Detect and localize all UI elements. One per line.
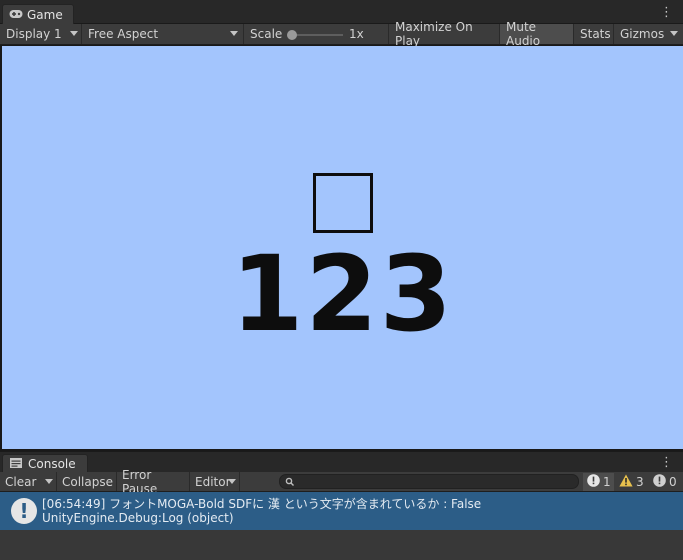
missing-glyph-box — [313, 173, 373, 233]
info-icon — [587, 474, 600, 490]
info-icon: ! — [11, 498, 37, 524]
chevron-down-icon — [228, 479, 236, 484]
console-log-entry[interactable]: ! [06:54:49] フォントMOGA-Bold SDFに 漢 という文字が… — [0, 492, 683, 530]
error-count: 0 — [669, 475, 677, 489]
stats-toggle[interactable]: Stats — [574, 24, 614, 44]
game-tabbar: Game ⋮ — [0, 0, 683, 24]
console-icon — [10, 457, 22, 471]
console-panel-menu-icon[interactable]: ⋮ — [660, 456, 673, 469]
game-viewport[interactable]: 123 — [2, 46, 683, 449]
chevron-down-icon — [670, 31, 678, 36]
gizmos-dropdown[interactable]: Gizmos — [614, 24, 683, 44]
aspect-dropdown-label: Free Aspect — [88, 27, 159, 41]
error-filter-toggle[interactable]: 0 — [650, 473, 683, 491]
gizmos-label: Gizmos — [620, 27, 665, 41]
scale-label: Scale — [250, 27, 283, 41]
tab-game-label: Game — [27, 7, 63, 22]
tab-console[interactable]: Console — [2, 454, 88, 473]
log-message: [06:54:49] フォントMOGA-Bold SDFに 漢 という文字が含ま… — [42, 497, 482, 511]
search-icon — [285, 476, 295, 490]
chevron-down-icon — [230, 31, 238, 36]
game-panel-menu-icon[interactable]: ⋮ — [660, 6, 673, 19]
editor-dropdown[interactable]: Editor — [190, 472, 240, 491]
mute-audio-label: Mute Audio — [506, 20, 541, 48]
warning-count: 3 — [636, 475, 644, 489]
scale-value: 1x — [349, 27, 364, 41]
collapse-label: Collapse — [62, 474, 113, 489]
log-stacktrace: UnityEngine.Debug:Log (object) — [42, 511, 234, 525]
stats-label: Stats — [580, 27, 611, 41]
score-text: 123 — [230, 233, 455, 355]
console-log-area — [0, 530, 683, 560]
editor-label: Editor — [195, 474, 231, 489]
scale-slider-track[interactable] — [291, 34, 343, 36]
maximize-on-play-label: Maximize On Play — [395, 20, 473, 48]
console-search-input[interactable] — [279, 474, 579, 489]
error-pause-toggle[interactable]: Error Pause — [117, 468, 190, 496]
chevron-down-icon — [45, 479, 53, 484]
info-count: 1 — [603, 475, 611, 489]
error-icon — [653, 474, 666, 490]
tab-console-label: Console — [28, 457, 76, 471]
clear-dropdown[interactable]: Clear — [0, 472, 57, 491]
display-dropdown[interactable]: Display 1 — [0, 24, 82, 44]
scale-slider-thumb[interactable] — [287, 30, 297, 40]
console-toolbar: Clear Collapse Error Pause Editor 1 3 0 — [0, 468, 683, 496]
maximize-on-play-toggle[interactable]: Maximize On Play — [389, 20, 500, 48]
info-filter-toggle[interactable]: 1 — [583, 473, 614, 491]
gamepad-icon — [9, 8, 23, 22]
console-tabbar: Console ⋮ — [0, 451, 683, 473]
mute-audio-toggle[interactable]: Mute Audio — [500, 20, 574, 48]
clear-label: Clear — [5, 474, 37, 489]
warning-icon — [619, 474, 633, 490]
warning-filter-toggle[interactable]: 3 — [616, 473, 648, 491]
tab-game[interactable]: Game — [2, 4, 74, 24]
chevron-down-icon — [70, 31, 78, 36]
collapse-toggle[interactable]: Collapse — [57, 472, 117, 491]
aspect-dropdown[interactable]: Free Aspect — [82, 24, 244, 44]
display-dropdown-label: Display 1 — [6, 27, 62, 41]
